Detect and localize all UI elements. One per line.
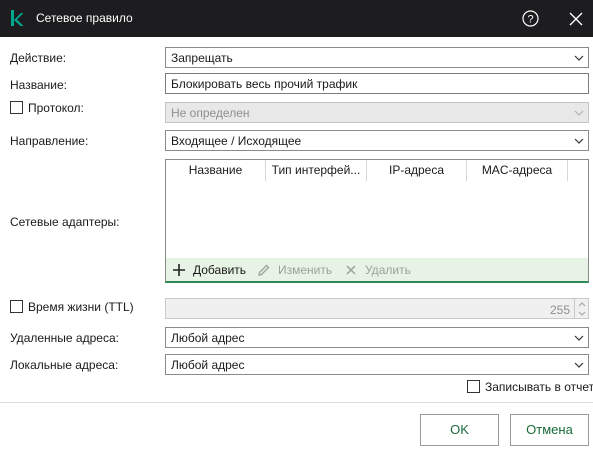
remote-addresses-value: Любой адрес xyxy=(171,331,245,345)
direction-label: Направление: xyxy=(10,134,89,148)
close-icon[interactable] xyxy=(569,12,583,26)
chevron-down-icon xyxy=(574,335,584,341)
stepper-down-icon xyxy=(578,311,586,316)
ttl-value: 255 xyxy=(549,303,570,317)
direction-value: Входящее / Исходящее xyxy=(171,134,302,148)
name-field[interactable]: Блокировать весь прочий трафик xyxy=(165,73,589,94)
chevron-down-icon xyxy=(574,55,584,61)
ttl-label: Время жизни (TTL) xyxy=(28,300,134,314)
pencil-icon xyxy=(258,264,270,276)
local-addresses-label: Локальные адреса: xyxy=(10,358,119,372)
protocol-checkbox[interactable] xyxy=(10,101,23,114)
help-icon[interactable]: ? xyxy=(522,10,539,27)
action-label: Действие: xyxy=(10,51,67,65)
protocol-value: Не определен xyxy=(171,106,250,120)
delete-label: Удалить xyxy=(365,263,411,277)
action-select[interactable]: Запрещать xyxy=(165,47,589,68)
log-label: Записывать в отчет xyxy=(485,380,593,394)
column-header-interface-type[interactable]: Тип интерфей... xyxy=(266,160,367,181)
svg-text:?: ? xyxy=(527,14,533,26)
chevron-down-icon xyxy=(574,138,584,144)
adapters-toolbar: Добавить Изменить Удалить xyxy=(165,258,589,283)
add-button[interactable]: Добавить xyxy=(172,262,252,278)
local-addresses-value: Любой адрес xyxy=(171,358,245,372)
local-addresses-select[interactable]: Любой адрес xyxy=(165,354,589,375)
action-value: Запрещать xyxy=(171,51,233,65)
name-value: Блокировать весь прочий трафик xyxy=(171,77,358,91)
plus-icon xyxy=(173,264,185,276)
cancel-button[interactable]: Отмена xyxy=(510,414,589,446)
remote-addresses-select[interactable]: Любой адрес xyxy=(165,327,589,348)
ok-button[interactable]: OK xyxy=(420,414,499,446)
adapters-table[interactable]: Название Тип интерфей... IP-адреса MAC-а… xyxy=(165,159,589,259)
window-title: Сетевое правило xyxy=(36,11,133,25)
delete-button[interactable]: Удалить xyxy=(344,262,414,278)
chevron-down-icon xyxy=(574,362,584,368)
log-checkbox[interactable] xyxy=(467,380,480,393)
direction-select[interactable]: Входящее / Исходящее xyxy=(165,130,589,151)
stepper-up-icon xyxy=(578,302,586,307)
edit-label: Изменить xyxy=(278,263,333,277)
column-header-ip[interactable]: IP-адреса xyxy=(367,160,467,181)
protocol-select: Не определен xyxy=(165,102,589,123)
kaspersky-logo-icon xyxy=(11,10,24,26)
column-header-mac[interactable]: MAC-адреса xyxy=(467,160,568,181)
column-header-name[interactable]: Название xyxy=(166,160,266,181)
name-label: Название: xyxy=(10,78,67,92)
adapters-label: Сетевые адаптеры: xyxy=(10,215,120,229)
x-icon xyxy=(346,265,356,275)
ttl-stepper: 255 xyxy=(165,298,589,319)
remote-addresses-label: Удаленные адреса: xyxy=(10,331,119,345)
chevron-down-icon xyxy=(574,110,584,116)
protocol-label: Протокол: xyxy=(28,101,84,115)
add-label: Добавить xyxy=(193,263,247,277)
ttl-checkbox[interactable] xyxy=(10,300,23,313)
footer-divider xyxy=(0,402,593,403)
edit-button[interactable]: Изменить xyxy=(257,262,337,278)
title-bar: Сетевое правило ? xyxy=(0,0,593,37)
stepper-buttons xyxy=(574,299,588,318)
